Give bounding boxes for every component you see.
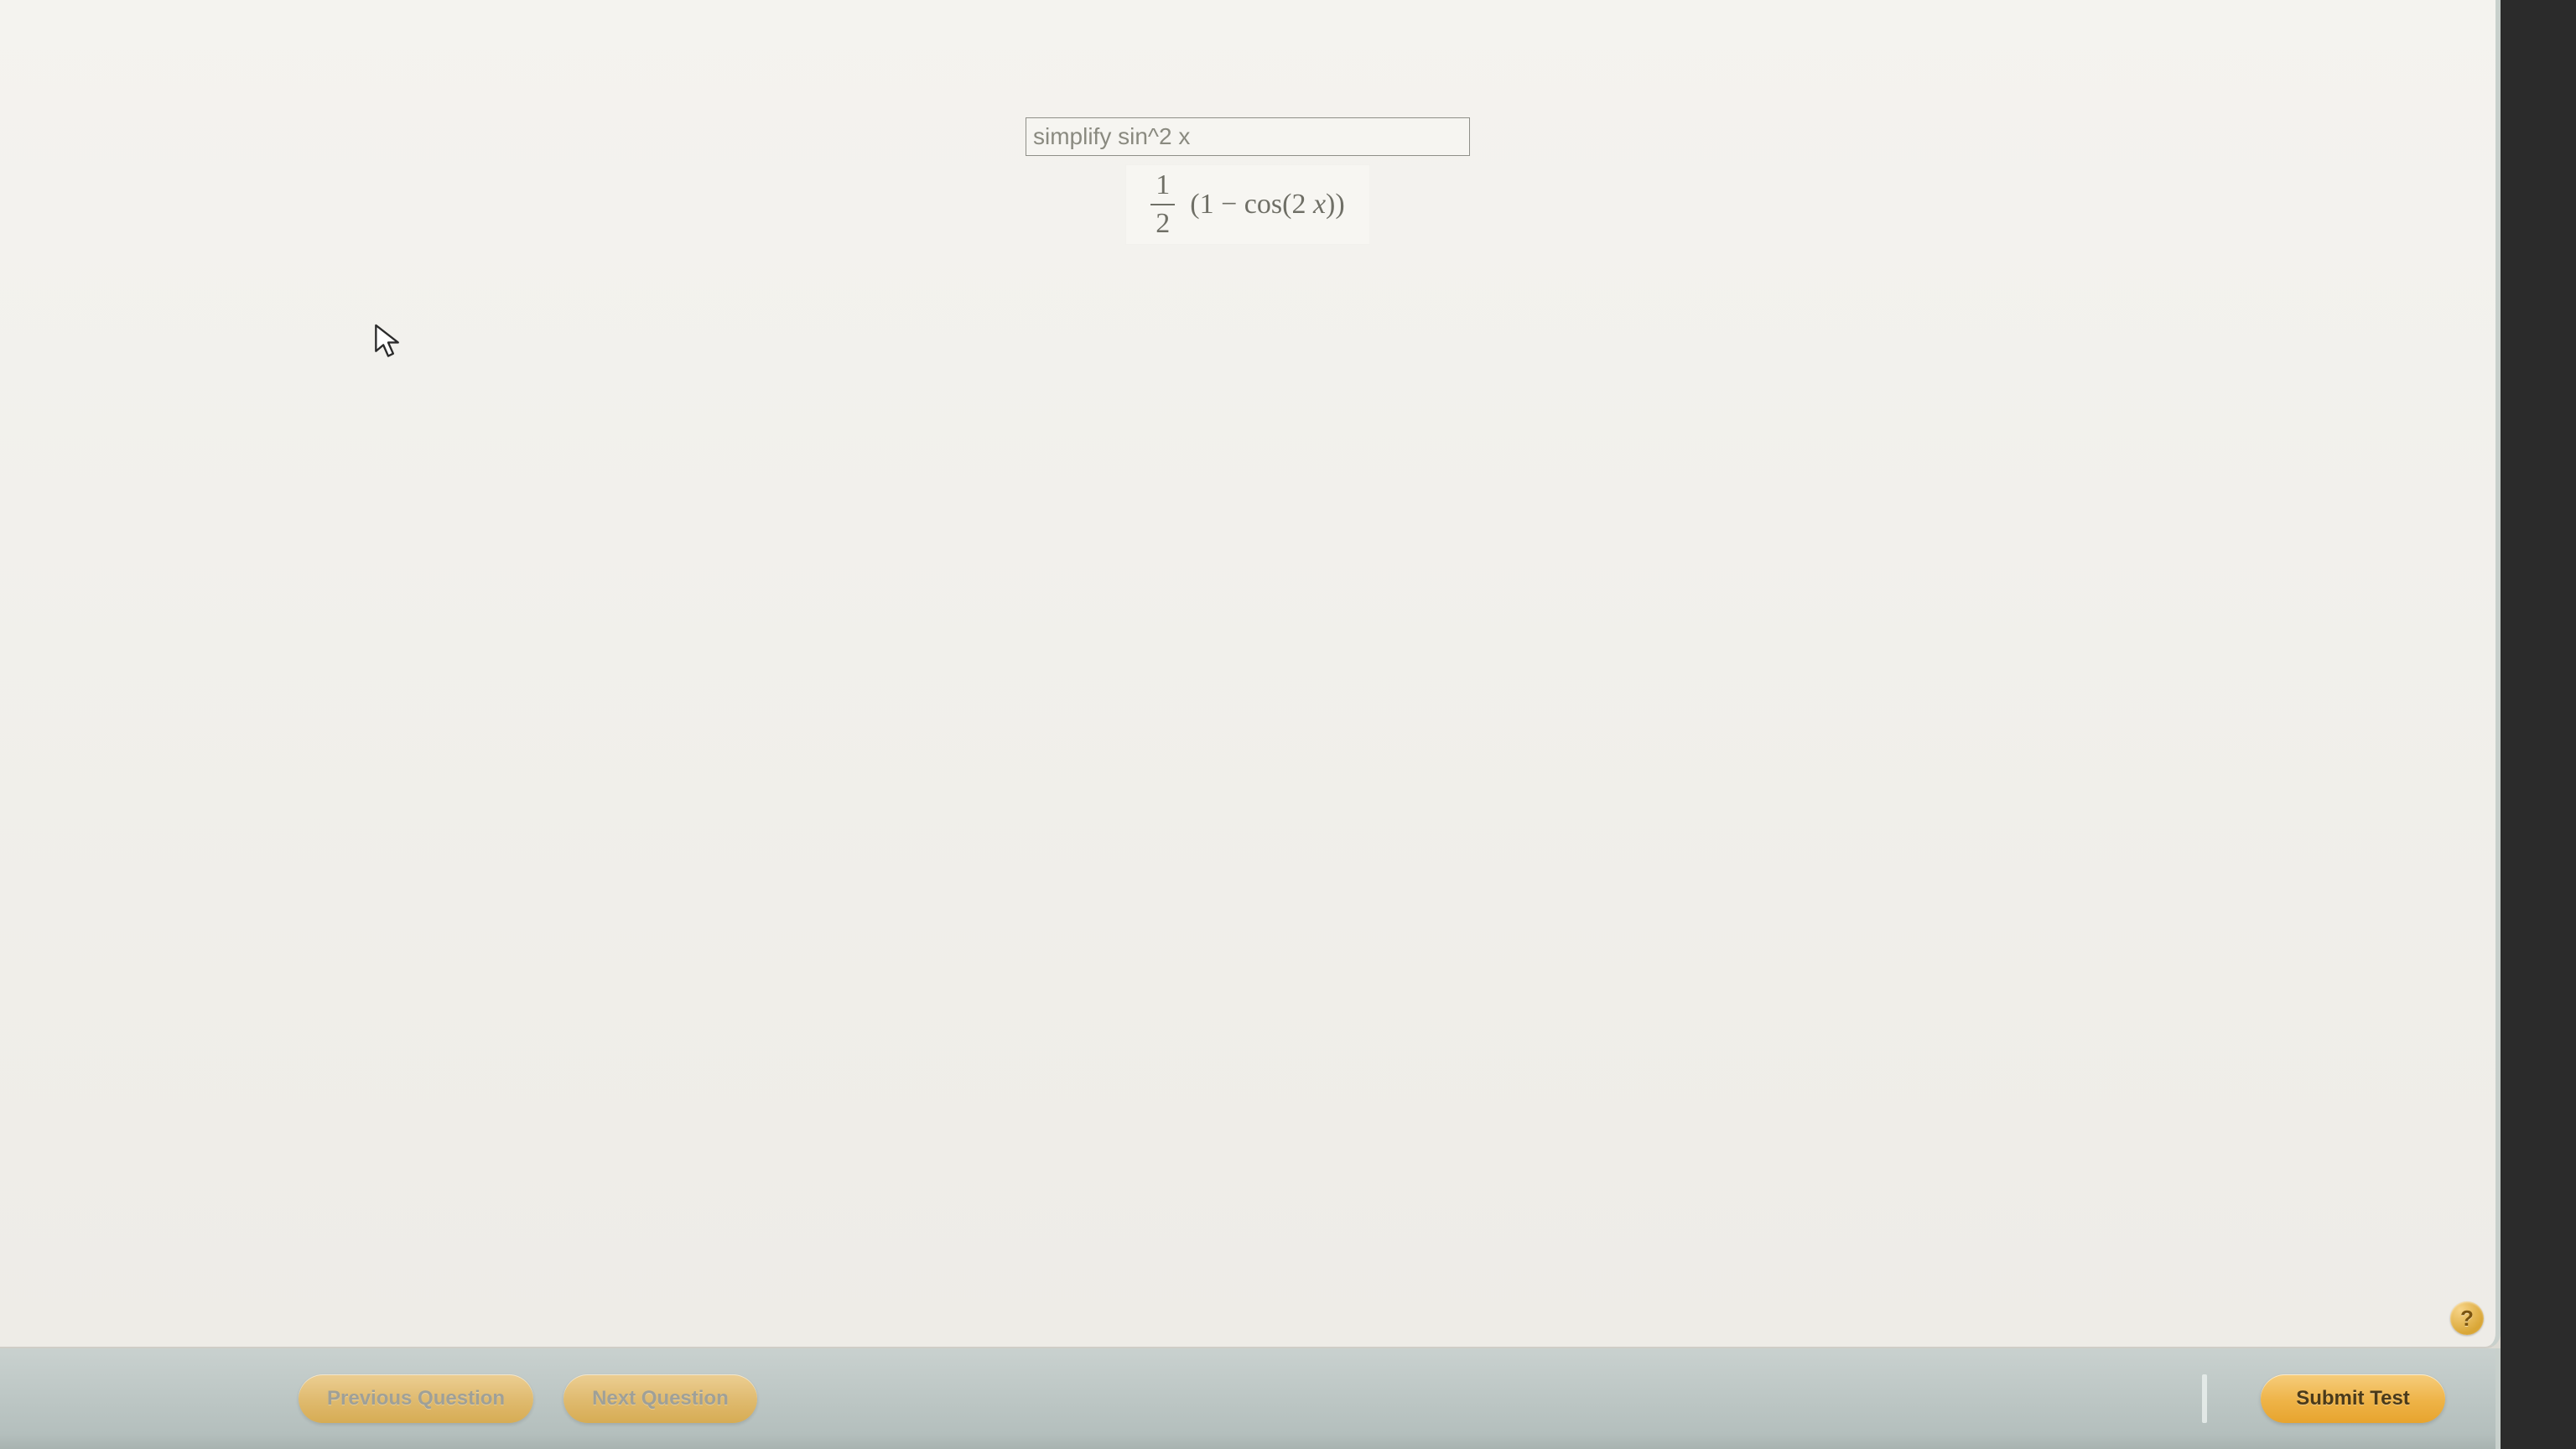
help-button[interactable]: ? [2450, 1301, 2484, 1335]
content-panel: 1 2 (1 − cos(2 x)) ? [0, 0, 2501, 1348]
cursor-icon [373, 323, 403, 360]
footer-bar: Previous Question Next Question Submit T… [0, 1348, 2501, 1449]
app-screen: 1 2 (1 − cos(2 x)) ? Previous Question N… [0, 0, 2501, 1449]
formula-text-1: (1 − cos(2 [1190, 189, 1313, 220]
fraction-denominator: 2 [1150, 208, 1175, 240]
previous-question-button[interactable]: Previous Question [299, 1374, 533, 1423]
formula-variable: x [1313, 189, 1326, 220]
formula-text-2: )) [1326, 189, 1345, 220]
fraction-numerator: 1 [1150, 169, 1175, 201]
content-area: 1 2 (1 − cos(2 x)) [0, 0, 2496, 245]
formula-body: (1 − cos(2 x)) [1190, 189, 1344, 221]
submit-test-button[interactable]: Submit Test [2261, 1374, 2445, 1423]
help-icon: ? [2460, 1306, 2474, 1332]
fraction-bar [1150, 204, 1175, 205]
query-input[interactable] [1026, 117, 1470, 156]
fraction: 1 2 [1150, 169, 1175, 240]
next-question-button[interactable]: Next Question [564, 1374, 757, 1423]
formula-output: 1 2 (1 − cos(2 x)) [1125, 164, 1369, 245]
footer-divider [2202, 1374, 2207, 1423]
